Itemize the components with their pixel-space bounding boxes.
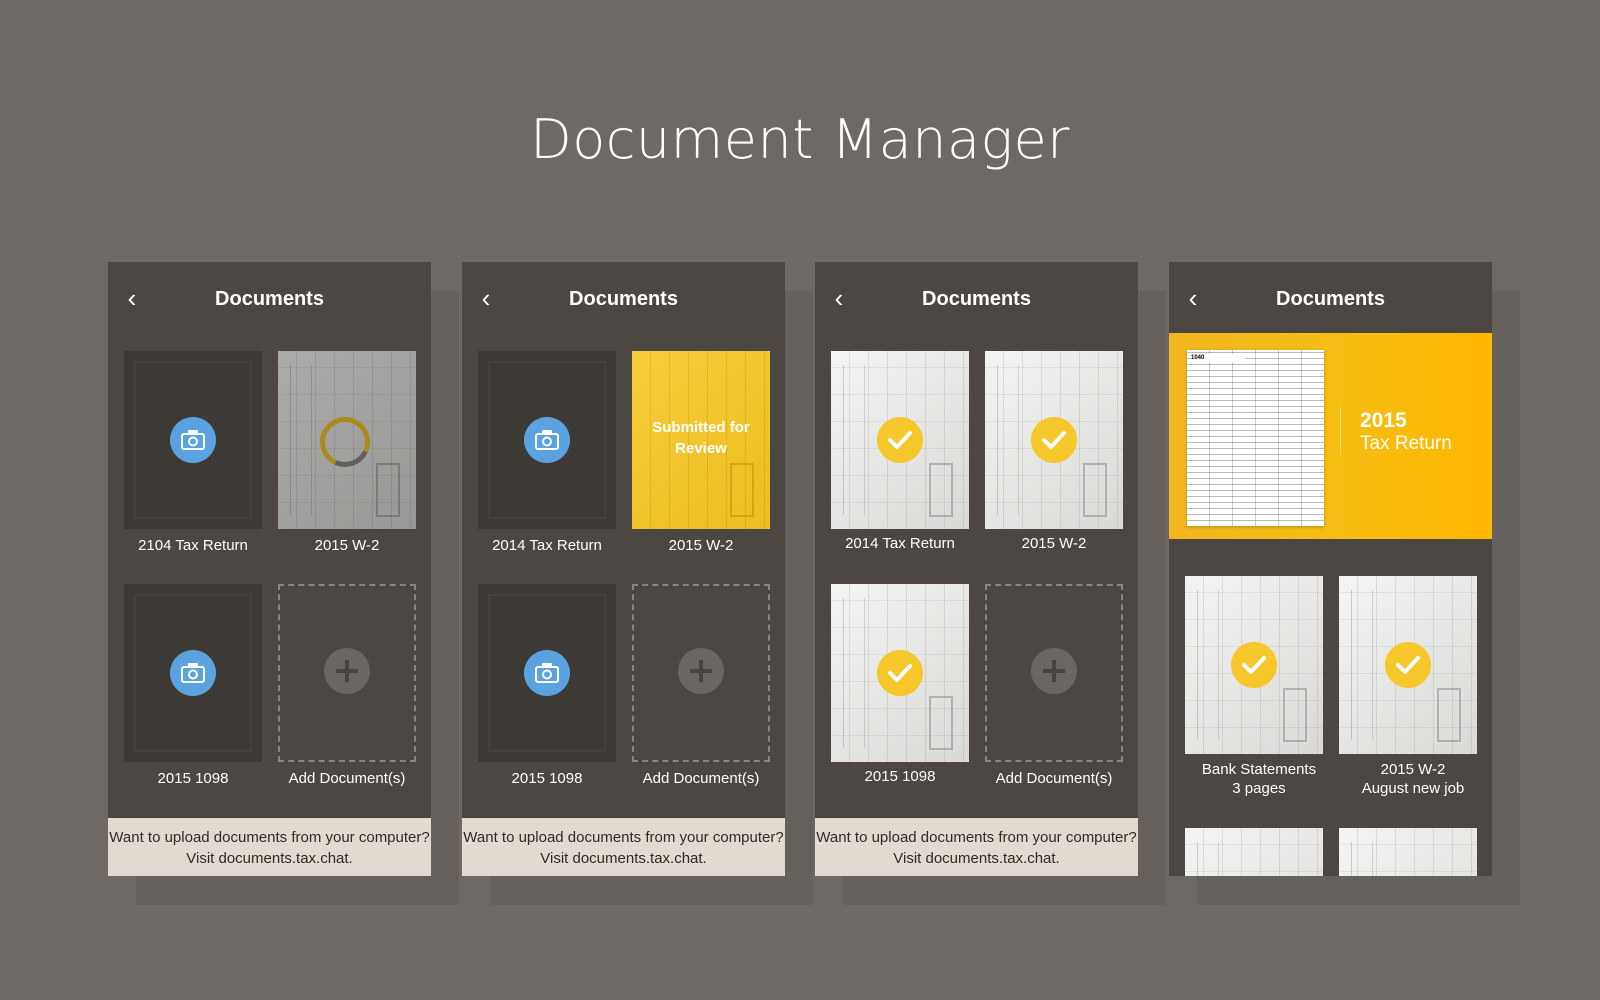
featured-document-name: Tax Return — [1360, 433, 1452, 454]
check-icon — [1031, 417, 1077, 463]
plus-icon[interactable] — [1031, 648, 1077, 694]
document-tile[interactable] — [1185, 576, 1323, 754]
add-document-button[interactable] — [985, 584, 1123, 762]
tile-label: 2015 1098 — [864, 768, 936, 785]
document-tile[interactable] — [478, 584, 616, 762]
document-tile[interactable] — [985, 351, 1123, 529]
document-thumbnail — [1197, 842, 1219, 876]
document-tile[interactable] — [278, 351, 416, 529]
screen-2: ‹ Documents 2014 Tax Return Submitted fo… — [462, 262, 785, 876]
camera-icon[interactable] — [524, 417, 570, 463]
tile-label: 2015 1098 — [157, 770, 229, 787]
tile-label: Add Document(s) — [995, 770, 1113, 787]
check-icon — [877, 417, 923, 463]
document-thumbnail — [929, 463, 953, 517]
plus-icon[interactable] — [678, 648, 724, 694]
tile-label: Add Document(s) — [642, 770, 760, 787]
document-tile[interactable] — [1185, 828, 1323, 876]
tile-label: 2014 Tax Return — [845, 535, 955, 552]
tile-label: 2014 Tax Return — [492, 537, 602, 554]
plus-icon[interactable] — [324, 648, 370, 694]
nav-bar: ‹ Documents — [108, 262, 431, 338]
tile-label: 2015 W-2 — [1380, 761, 1446, 778]
document-thumbnail — [843, 598, 865, 748]
featured-document-card[interactable]: 1040 2015 Tax Return — [1169, 333, 1492, 539]
document-thumbnail — [1083, 463, 1107, 517]
tile-label: 2104 Tax Return — [138, 537, 248, 554]
upload-hint-banner[interactable]: Want to upload documents from your compu… — [462, 818, 785, 876]
tax-form-thumbnail: 1040 — [1187, 350, 1324, 526]
document-thumbnail — [1351, 590, 1373, 740]
tile-sublabel: August new job — [1361, 780, 1465, 797]
document-tile[interactable] — [124, 351, 262, 529]
check-icon — [1231, 642, 1277, 688]
upload-hint-banner[interactable]: Want to upload documents from your compu… — [815, 818, 1138, 876]
add-document-button[interactable] — [278, 584, 416, 762]
nav-title: Documents — [922, 288, 1031, 310]
tile-label: Add Document(s) — [288, 770, 406, 787]
document-tile[interactable] — [1339, 576, 1477, 754]
document-tile[interactable] — [831, 351, 969, 529]
add-document-button[interactable] — [632, 584, 770, 762]
document-thumbnail — [1437, 688, 1461, 742]
document-thumbnail — [730, 463, 754, 517]
document-thumbnail — [1283, 688, 1307, 742]
document-thumbnail — [290, 365, 312, 515]
divider — [1340, 407, 1341, 455]
camera-icon[interactable] — [170, 417, 216, 463]
loading-spinner — [312, 409, 378, 475]
nav-bar: ‹ Documents — [1169, 262, 1492, 338]
document-thumbnail — [376, 463, 400, 517]
document-thumbnail — [843, 365, 865, 515]
document-thumbnail — [1351, 842, 1373, 876]
tile-label: 2015 1098 — [511, 770, 583, 787]
nav-bar: ‹ Documents — [815, 262, 1138, 338]
nav-title: Documents — [1276, 288, 1385, 310]
document-tile[interactable] — [124, 584, 262, 762]
camera-icon[interactable] — [524, 650, 570, 696]
check-icon — [877, 650, 923, 696]
form-code: 1040 — [1191, 354, 1245, 362]
featured-document-year: 2015 — [1360, 409, 1407, 432]
screen-1: ‹ Documents 2104 Tax Return 2015 W-2 201… — [108, 262, 431, 876]
nav-bar: ‹ Documents — [462, 262, 785, 338]
screen-3: ‹ Documents 2014 Tax Return 2015 W-2 201… — [815, 262, 1138, 876]
tile-label: 2015 W-2 — [314, 537, 380, 554]
tile-label: Bank Statements — [1201, 761, 1317, 778]
tile-label: 2015 W-2 — [1021, 535, 1087, 552]
camera-icon[interactable] — [170, 650, 216, 696]
document-tile[interactable] — [478, 351, 616, 529]
nav-title: Documents — [569, 288, 678, 310]
tile-label: 2015 W-2 — [668, 537, 734, 554]
document-tile[interactable] — [1339, 828, 1477, 876]
document-tile[interactable] — [831, 584, 969, 762]
check-icon — [1385, 642, 1431, 688]
document-thumbnail — [997, 365, 1019, 515]
screen-4: ‹ Documents 1040 2015 Tax Return Bank St… — [1169, 262, 1492, 876]
document-tile-submitted[interactable]: Submitted for Review — [632, 351, 770, 529]
upload-hint-banner[interactable]: Want to upload documents from your compu… — [108, 818, 431, 876]
tile-sublabel: 3 pages — [1232, 780, 1286, 797]
document-thumbnail — [929, 696, 953, 750]
status-badge: Submitted for Review — [652, 419, 750, 457]
document-thumbnail — [1197, 590, 1219, 740]
page-title: Document Manager — [530, 108, 1070, 171]
nav-title: Documents — [215, 288, 324, 310]
